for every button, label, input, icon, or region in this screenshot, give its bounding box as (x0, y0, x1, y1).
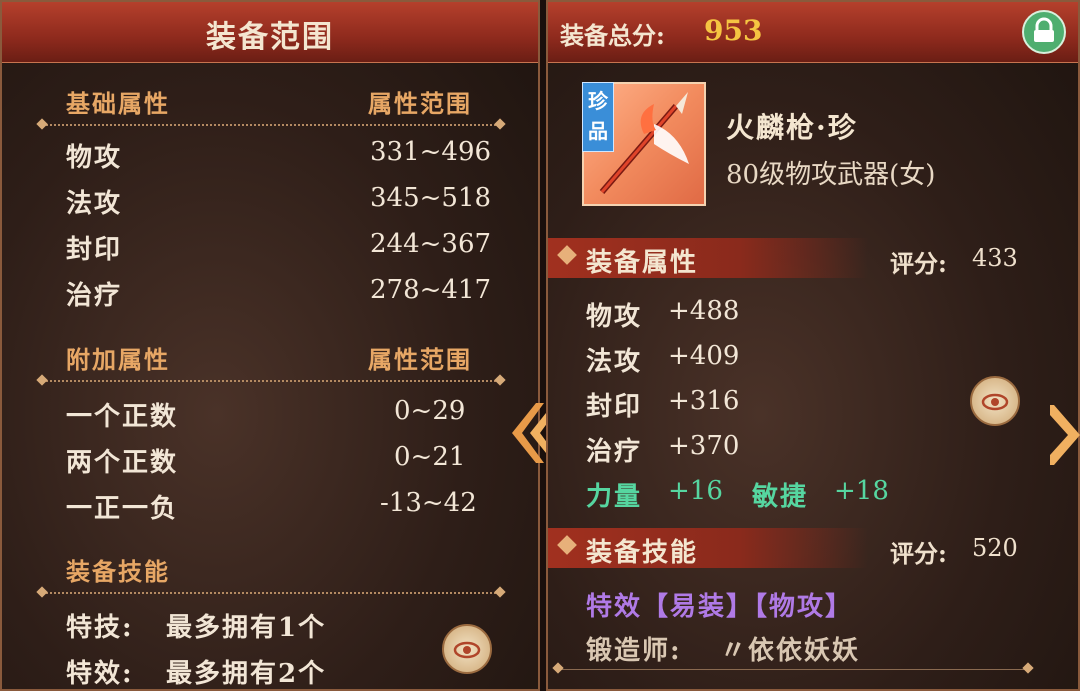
base-attr-range: 345~518 (370, 183, 492, 213)
extra-range-header: 属性范围 (368, 345, 472, 374)
bonus-attr-value: +16 (668, 476, 723, 506)
skill-effect: 特效【易装】【物攻】 (586, 592, 854, 622)
extra-attr-range: -13~42 (380, 488, 477, 518)
skill-rule-value: 最多拥有2个 (166, 659, 327, 689)
extra-attr-range: 0~29 (394, 396, 466, 426)
divider (42, 592, 500, 594)
base-attr-name: 封印 (66, 235, 123, 265)
extra-attr-name: 两个正数 (66, 448, 179, 478)
divider (42, 380, 500, 382)
skill-rule-name: 特效: (66, 659, 134, 689)
equipment-detail-panel: 装备总分: 953 珍品 火麟枪·珍 80级物攻武器(女) 装备属性 评分: 4… (546, 0, 1080, 691)
base-attr-range: 244~367 (370, 229, 492, 259)
base-range-header: 属性范围 (368, 89, 472, 118)
item-icon-frame[interactable]: 珍品 (582, 82, 706, 206)
attr-score-label: 评分: (890, 249, 947, 278)
eye-icon[interactable] (970, 376, 1020, 426)
forger-label: 锻造师: (586, 636, 682, 666)
chevron-right-icon[interactable] (1050, 400, 1080, 470)
extra-attr-range: 0~21 (394, 442, 466, 472)
attr-name: 治疗 (586, 437, 643, 467)
extra-attr-name: 一正一负 (66, 494, 179, 524)
skill-rule-value: 最多拥有1个 (166, 613, 327, 643)
total-score-label: 装备总分: (560, 21, 665, 50)
extra-attr-label: 附加属性 (66, 345, 170, 374)
equipment-range-panel: 装备范围 基础属性 属性范围 物攻 331~496 法攻 345~518 封印 … (0, 0, 540, 691)
total-score-value: 953 (704, 14, 763, 47)
attr-value: +409 (668, 341, 740, 371)
attr-value: +316 (668, 386, 740, 416)
lock-icon[interactable] (1022, 10, 1066, 54)
attr-value: +488 (668, 296, 740, 326)
base-attr-range: 331~496 (370, 137, 492, 167)
skill-score-label: 评分: (890, 539, 947, 568)
eye-icon[interactable] (442, 624, 492, 674)
rarity-badge: 珍品 (582, 82, 614, 152)
skill-section-label: 装备技能 (586, 538, 699, 568)
extra-attr-name: 一个正数 (66, 402, 179, 432)
attr-section-label: 装备属性 (586, 248, 699, 278)
base-attr-label: 基础属性 (66, 89, 170, 118)
attr-name: 法攻 (586, 347, 643, 377)
divider (558, 669, 1028, 670)
bonus-attr-name: 敏捷 (752, 482, 809, 512)
base-attr-name: 物攻 (66, 143, 123, 173)
divider (42, 124, 500, 126)
forger-name: 〃依依妖妖 (720, 636, 861, 666)
skill-rule-name: 特技: (66, 613, 134, 643)
base-attr-name: 法攻 (66, 189, 123, 219)
attr-score-value: 433 (972, 244, 1018, 272)
skill-score-value: 520 (972, 534, 1018, 562)
item-name: 火麟枪·珍 (726, 111, 858, 144)
base-attr-range: 278~417 (370, 275, 492, 305)
attr-value: +370 (668, 431, 740, 461)
panel-title: 装备范围 (206, 20, 334, 55)
bonus-attr-value: +18 (834, 476, 889, 506)
base-attr-name: 治疗 (66, 281, 123, 311)
item-description: 80级物攻武器(女) (726, 160, 936, 190)
attr-name: 封印 (586, 392, 643, 422)
attr-name: 物攻 (586, 302, 643, 332)
skill-section-label: 装备技能 (66, 557, 170, 586)
bonus-attr-name: 力量 (586, 482, 643, 512)
